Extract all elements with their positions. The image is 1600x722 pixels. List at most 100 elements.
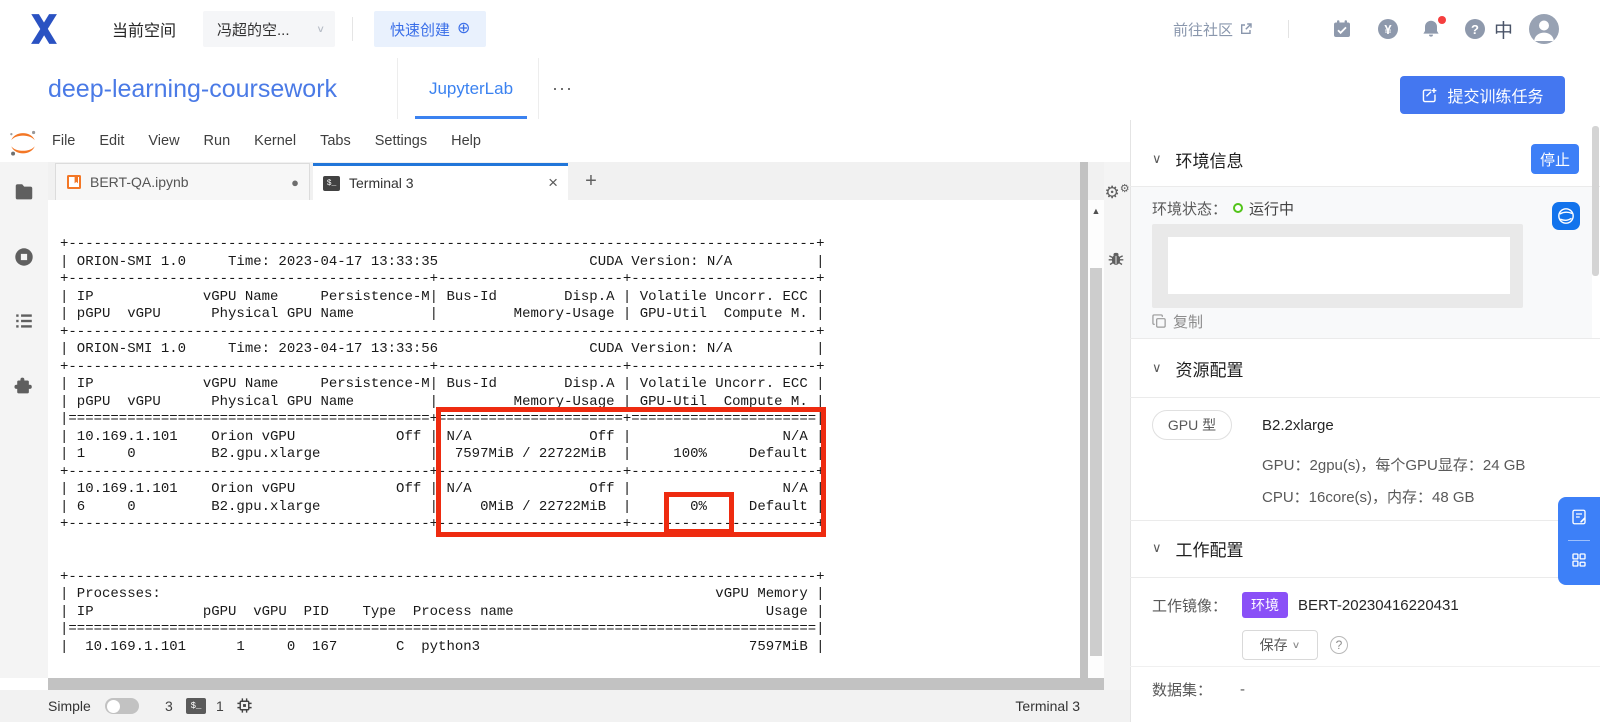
work-config-section-header[interactable]: ∨ 工作配置	[1152, 530, 1244, 566]
kernel-count[interactable]: 1	[216, 690, 224, 722]
terminal-output[interactable]: +---------------------------------------…	[50, 200, 1080, 678]
terminal-count[interactable]: 3	[165, 690, 173, 722]
property-inspector-gears-icon[interactable]: ⚙⚙	[1104, 184, 1130, 201]
running-kernels-icon[interactable]	[13, 246, 35, 268]
simple-mode-toggle[interactable]	[105, 698, 139, 714]
env-info-section-header[interactable]: ∨ 环境信息	[1152, 140, 1244, 178]
community-label: 前往社区	[1173, 19, 1233, 40]
question-glyph: ?	[1471, 22, 1479, 37]
notification-dot	[1438, 16, 1446, 24]
close-icon[interactable]: ×	[548, 173, 558, 193]
menu-tabs[interactable]: Tabs	[308, 120, 363, 162]
dataset-label: 数据集：	[1152, 676, 1212, 702]
submit-training-button[interactable]: 提交训练任务	[1400, 76, 1565, 114]
table-of-contents-icon[interactable]	[13, 310, 35, 332]
panel-divider	[1130, 338, 1600, 339]
menu-edit[interactable]: Edit	[87, 120, 136, 162]
panel-scrollbar-thumb[interactable]	[1592, 126, 1599, 276]
env-status-value: 运行中	[1249, 198, 1294, 219]
env-status-label: 环境状态：	[1152, 198, 1227, 219]
menu-run[interactable]: Run	[192, 120, 243, 162]
save-button[interactable]: 保存 ∨	[1242, 630, 1318, 660]
terminal-icon: $_	[323, 176, 340, 191]
space-selector-value: 冯超的空...	[217, 19, 290, 40]
calendar-icon[interactable]	[1332, 19, 1352, 39]
project-title: deep-learning-coursework	[48, 58, 337, 120]
terminal-text: +---------------------------------------…	[50, 200, 1080, 656]
scrollbar-up-icon[interactable]: ▲	[1088, 206, 1104, 216]
save-label: 保存	[1260, 635, 1288, 655]
go-to-community-link[interactable]: 前往社区	[1173, 0, 1253, 58]
image-env-tag: 环境	[1242, 592, 1288, 618]
gpu-type-tag: GPU 型	[1152, 410, 1232, 440]
tab-terminal[interactable]: $_ Terminal 3 ×	[313, 163, 568, 200]
terminal-badge-icon[interactable]: $_	[186, 698, 206, 714]
dashboard-grid-icon[interactable]	[1570, 551, 1588, 574]
menu-view[interactable]: View	[136, 120, 191, 162]
file-browser-icon[interactable]	[13, 181, 35, 203]
cpu-detail: CPU：16core(s)，内存：48 GB	[1262, 484, 1475, 508]
simple-mode-label: Simple	[48, 690, 91, 722]
brand-logo-icon[interactable]	[26, 11, 62, 47]
menu-help[interactable]: Help	[439, 120, 493, 162]
chevron-down-icon: ∨	[1292, 639, 1301, 650]
help-icon[interactable]: ?	[1465, 19, 1485, 39]
copy-button[interactable]: 复制	[1152, 310, 1203, 332]
new-tab-button[interactable]: +	[576, 163, 606, 200]
more-tabs-button[interactable]: ···	[552, 58, 573, 119]
tab-separator-2	[538, 58, 539, 119]
jupyter-menus: File Edit View Run Kernel Tabs Settings …	[40, 120, 493, 162]
resources-section-header[interactable]: ∨ 资源配置	[1152, 350, 1244, 386]
notebook-icon	[66, 174, 82, 190]
billing-icon[interactable]: ¥	[1378, 19, 1398, 39]
jupyter-logo-icon	[8, 128, 38, 158]
brand-x-icon	[26, 11, 62, 47]
dirty-indicator-icon[interactable]: ●	[291, 175, 299, 190]
connection-info-inner	[1168, 237, 1510, 294]
space-selector[interactable]: 冯超的空... ∨	[203, 11, 335, 47]
extension-manager-icon[interactable]	[13, 375, 35, 397]
question-glyph: ?	[1336, 638, 1343, 652]
menu-settings[interactable]: Settings	[363, 120, 439, 162]
resources-title: 资源配置	[1176, 356, 1244, 381]
submit-task-icon	[1421, 87, 1438, 104]
assistant-icon[interactable]	[1552, 202, 1580, 230]
tab-separator	[397, 58, 398, 119]
topbar-divider-2	[1288, 20, 1289, 38]
work-image-label: 工作镜像：	[1152, 592, 1227, 618]
env-info-title: 环境信息	[1176, 147, 1244, 172]
tab-notebook[interactable]: BERT-QA.ipynb ●	[55, 163, 310, 200]
menu-file[interactable]: File	[40, 120, 87, 162]
quick-create-button[interactable]: 快速创建 ⊕	[374, 11, 486, 47]
language-toggle[interactable]: 中	[1494, 0, 1513, 58]
stop-button[interactable]: 停止	[1531, 144, 1579, 174]
gpu-type-value: B2.2xlarge	[1262, 410, 1334, 440]
panel-divider	[1130, 577, 1600, 578]
work-image-name: BERT-20230416220431	[1298, 592, 1459, 618]
toggle-knob	[107, 700, 120, 713]
person-icon	[1529, 14, 1559, 44]
panel-divider	[1130, 666, 1600, 667]
currency-glyph: ¥	[1384, 22, 1391, 37]
copy-label: 复制	[1173, 311, 1203, 332]
assistant-swirl-icon	[1556, 206, 1576, 226]
current-space-label: 当前空间	[112, 0, 176, 58]
gpu-detail: GPU：2gpu(s)，每个GPU显存：24 GB	[1262, 452, 1525, 476]
scrollbar-thumb[interactable]	[1090, 268, 1102, 656]
panel-divider	[1130, 520, 1600, 521]
menu-kernel[interactable]: Kernel	[242, 120, 308, 162]
kernel-chip-icon[interactable]	[236, 697, 253, 719]
floating-tool-panel	[1558, 497, 1600, 585]
debugger-bug-icon[interactable]	[1106, 248, 1126, 273]
task-form-icon[interactable]	[1570, 508, 1588, 531]
active-tab-underline	[415, 116, 527, 119]
submit-training-label: 提交训练任务	[1447, 83, 1543, 107]
status-running-icon	[1233, 203, 1243, 213]
save-help-icon[interactable]: ?	[1330, 636, 1348, 654]
work-config-title: 工作配置	[1176, 536, 1244, 561]
chevron-down-icon: ∨	[1152, 540, 1162, 556]
jupyter-right-strip	[1104, 162, 1130, 690]
chevron-down-icon: ∨	[1152, 360, 1162, 376]
user-avatar[interactable]	[1529, 14, 1559, 44]
tab-jupyterlab[interactable]: JupyterLab	[415, 58, 527, 119]
